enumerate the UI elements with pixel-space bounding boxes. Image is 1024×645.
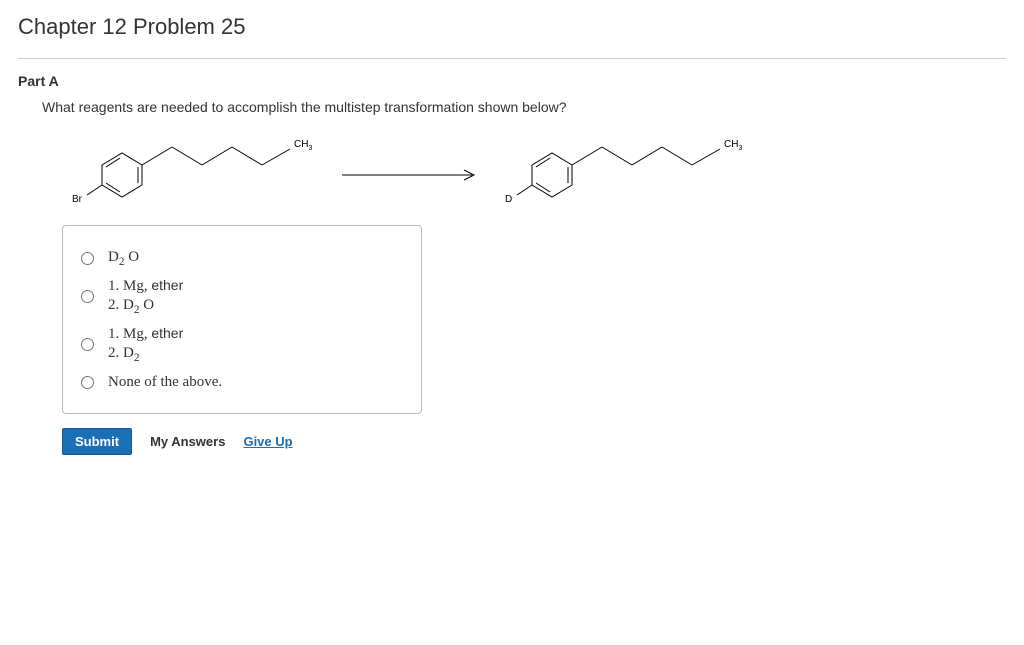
start-substituent-label: Br <box>72 194 83 205</box>
question-text: What reagents are needed to accomplish t… <box>42 99 1006 115</box>
page-title: Chapter 12 Problem 25 <box>18 14 1006 40</box>
product-substituent-label: D <box>505 194 512 205</box>
submit-button[interactable]: Submit <box>62 428 132 455</box>
chain-end-label-2: CH <box>724 139 738 150</box>
choice-d: None of the above. <box>81 373 403 392</box>
choice-b-radio[interactable] <box>81 290 94 303</box>
reaction-diagram: Br CH3 D <box>42 125 742 215</box>
choice-a-radio[interactable] <box>81 252 94 265</box>
answer-choices: D2 O 1. Mg, ether 2. D2 O 1. Mg, ether 2… <box>62 225 422 414</box>
chain-end-sub: 3 <box>308 145 312 152</box>
choice-c-radio[interactable] <box>81 338 94 351</box>
svg-text:CH3: CH3 <box>724 139 742 152</box>
chain-end-sub-2: 3 <box>738 145 742 152</box>
choice-d-radio[interactable] <box>81 376 94 389</box>
choice-a-text: D2 O <box>108 248 139 269</box>
chain-end-label: CH <box>294 139 308 150</box>
choice-d-text: None of the above. <box>108 373 222 392</box>
choice-a: D2 O <box>81 248 403 269</box>
part-label: Part A <box>18 73 1006 89</box>
svg-text:CH3: CH3 <box>294 139 312 152</box>
actions-row: Submit My Answers Give Up <box>62 428 1006 455</box>
my-answers-link[interactable]: My Answers <box>150 434 225 449</box>
choice-c: 1. Mg, ether 2. D2 <box>81 325 403 365</box>
choice-b-text: 1. Mg, ether 2. D2 O <box>108 277 183 317</box>
give-up-link[interactable]: Give Up <box>243 434 292 449</box>
choice-b: 1. Mg, ether 2. D2 O <box>81 277 403 317</box>
divider <box>18 58 1006 59</box>
choice-c-text: 1. Mg, ether 2. D2 <box>108 325 183 365</box>
question-block: What reagents are needed to accomplish t… <box>18 99 1006 455</box>
